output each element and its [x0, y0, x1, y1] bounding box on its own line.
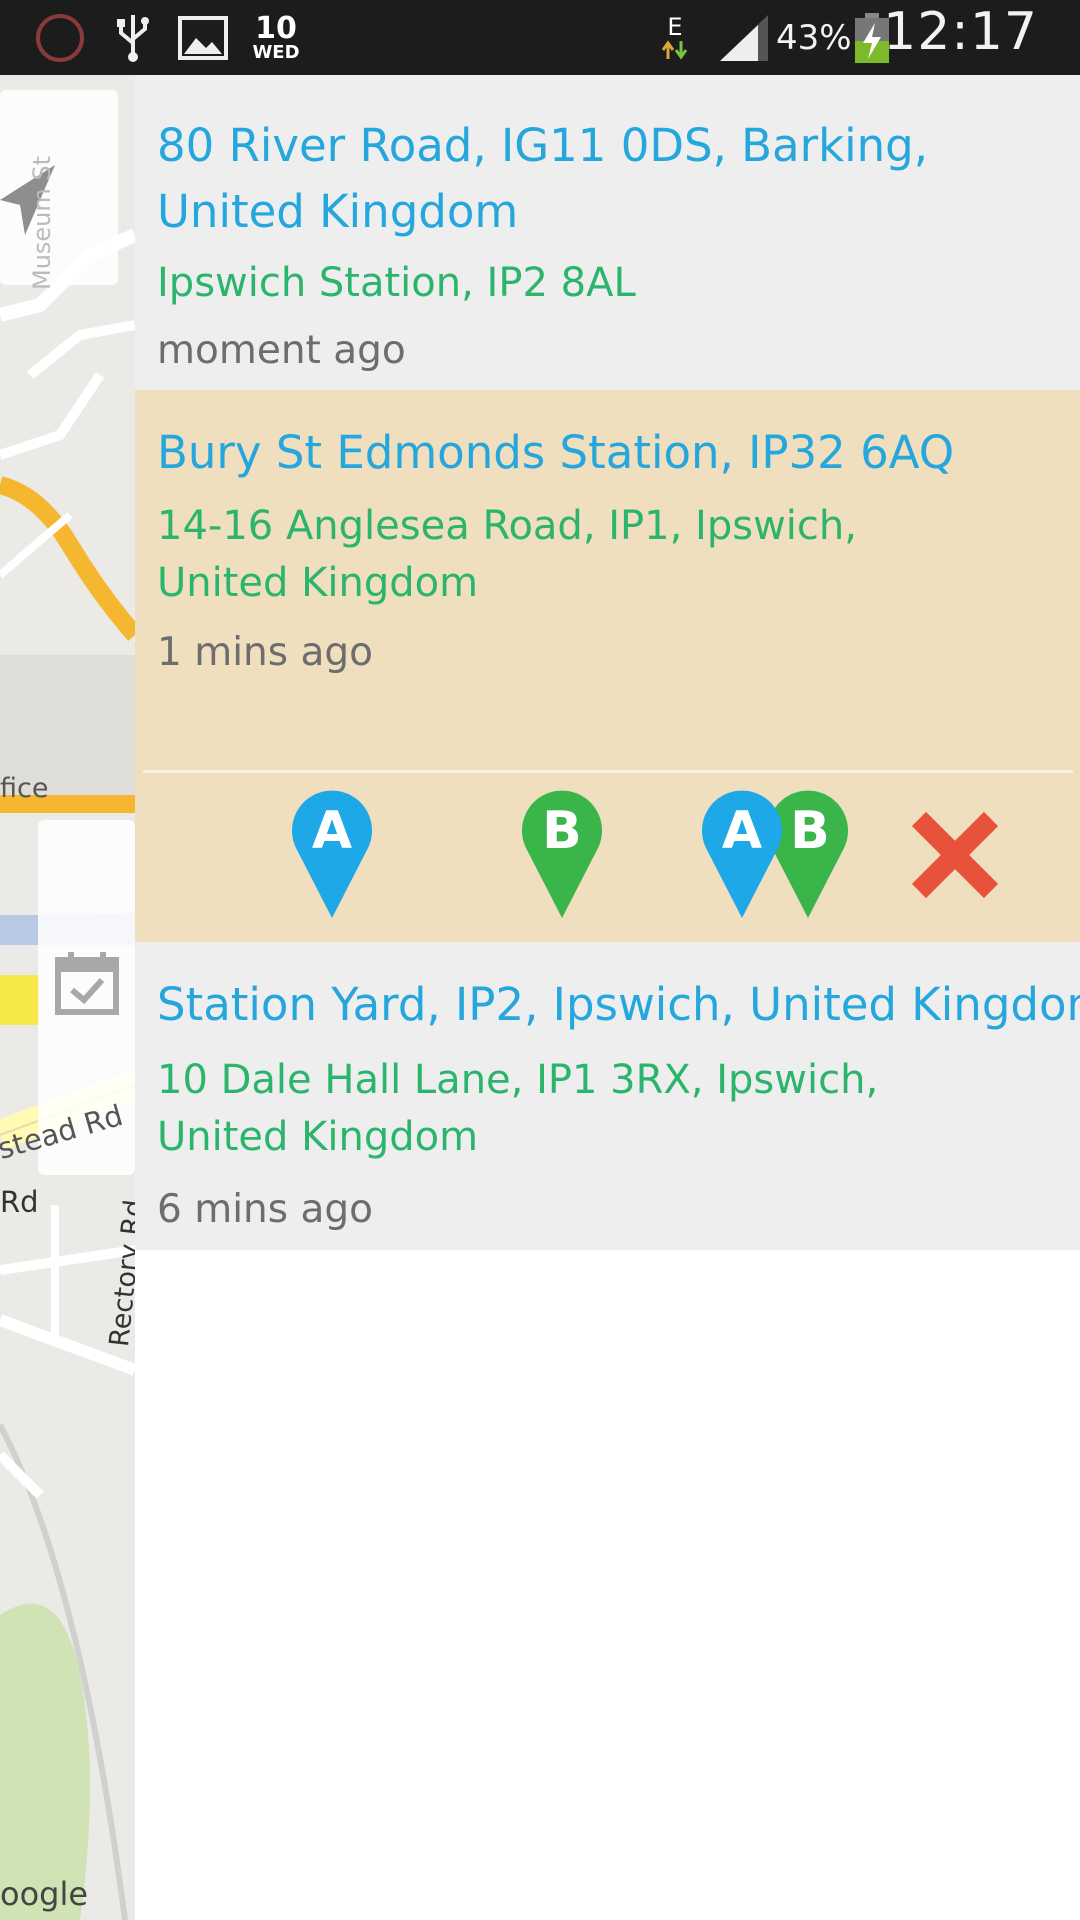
network-type: E	[667, 13, 683, 41]
item-time: 1 mins ago	[157, 630, 373, 675]
pin-ab-icon: A B	[702, 790, 848, 918]
calendar-date-icon: 10 WED	[248, 8, 304, 68]
set-both-ab-button[interactable]: A B	[690, 785, 860, 925]
set-start-a-button[interactable]: A	[262, 785, 402, 925]
route-history-panel: 80 River Road, IG11 0DS, Barking, United…	[135, 75, 1080, 1920]
item-destination: 14-16 Anglesea Road, IP1, Ipswich, Unite…	[157, 503, 857, 606]
list-item-selected[interactable]: Bury St Edmonds Station, IP32 6AQ 14-16 …	[135, 390, 1080, 942]
map-view[interactable]: Museum St fice stead Rd Rd Rectory Rd oo…	[0, 75, 135, 1920]
map-label-road-2: Rd	[0, 1185, 39, 1219]
calendar-check-icon	[55, 952, 119, 1015]
item-origin: Bury St Edmonds Station, IP32 6AQ	[157, 426, 955, 479]
battery-percent: 43%	[776, 18, 852, 58]
pin-ab-letter-a: A	[722, 801, 762, 861]
usb-icon	[108, 8, 158, 68]
map-label-street: Museum St	[28, 155, 56, 290]
image-icon	[176, 8, 230, 68]
item-destination: 10 Dale Hall Lane, IP1 3RX, Ipswich, Uni…	[157, 1057, 879, 1160]
calendar-weekday: WED	[252, 42, 300, 63]
item-origin: Station Yard, IP2, Ipswich, United Kingd…	[157, 978, 1080, 1031]
signal-icon	[716, 8, 772, 68]
item-destination: Ipswich Station, IP2 8AL	[157, 260, 636, 306]
map-attribution: oogle	[0, 1875, 89, 1913]
pin-b-letter: B	[542, 801, 582, 861]
list-item[interactable]: 80 River Road, IG11 0DS, Barking, United…	[135, 75, 1080, 390]
set-end-b-button[interactable]: B	[492, 785, 632, 925]
clock: 12:17	[883, 2, 1038, 62]
pin-a-letter: A	[312, 801, 352, 861]
list-item[interactable]: Station Yard, IP2, Ipswich, United Kingd…	[135, 942, 1080, 1250]
item-origin: 80 River Road, IG11 0DS, Barking, United…	[157, 119, 929, 238]
map-label-office: fice	[0, 773, 49, 804]
compass-button[interactable]: Museum St	[0, 90, 118, 290]
status-bar: 10 WED E 43% 12:17	[0, 0, 1080, 75]
pin-a-icon: A	[292, 790, 372, 918]
pin-ab-letter-b: B	[790, 801, 830, 861]
item-time: 6 mins ago	[157, 1187, 373, 1232]
item-actions: A B A B	[135, 775, 1080, 937]
close-icon	[911, 811, 999, 899]
data-transfer-icon: E	[655, 8, 695, 68]
item-time: moment ago	[157, 328, 406, 373]
notification-ring-icon	[30, 8, 90, 68]
divider	[143, 770, 1073, 773]
pin-b-icon: B	[522, 790, 602, 918]
calendar-day: 10	[255, 11, 297, 46]
delete-button[interactable]	[885, 785, 1025, 925]
